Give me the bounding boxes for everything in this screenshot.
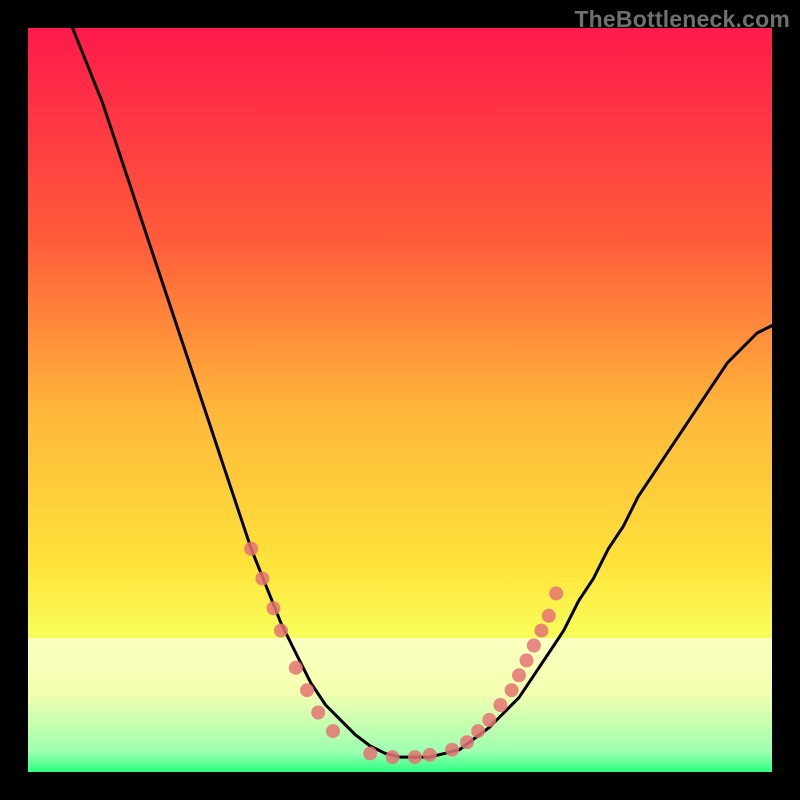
- marker-point: [471, 724, 485, 738]
- marker-point: [460, 735, 474, 749]
- marker-point: [386, 750, 400, 764]
- marker-point: [300, 683, 314, 697]
- marker-point: [408, 750, 422, 764]
- marker-point: [445, 743, 459, 757]
- marker-point: [512, 668, 526, 682]
- marker-point: [267, 601, 281, 615]
- marker-point: [482, 713, 496, 727]
- bottleneck-plot: [28, 28, 772, 772]
- marker-point: [505, 683, 519, 697]
- marker-point: [423, 748, 437, 762]
- marker-point: [311, 706, 325, 720]
- marker-point: [289, 661, 303, 675]
- marker-point: [534, 624, 548, 638]
- marker-point: [326, 724, 340, 738]
- bottom-band: [28, 638, 772, 772]
- marker-point: [549, 586, 563, 600]
- chart-frame: [28, 28, 772, 772]
- marker-point: [244, 542, 258, 556]
- marker-point: [520, 653, 534, 667]
- marker-point: [493, 698, 507, 712]
- marker-point: [527, 639, 541, 653]
- marker-point: [274, 624, 288, 638]
- marker-point: [255, 572, 269, 586]
- marker-point: [542, 609, 556, 623]
- marker-point: [363, 746, 377, 760]
- watermark-text: TheBottleneck.com: [574, 6, 790, 33]
